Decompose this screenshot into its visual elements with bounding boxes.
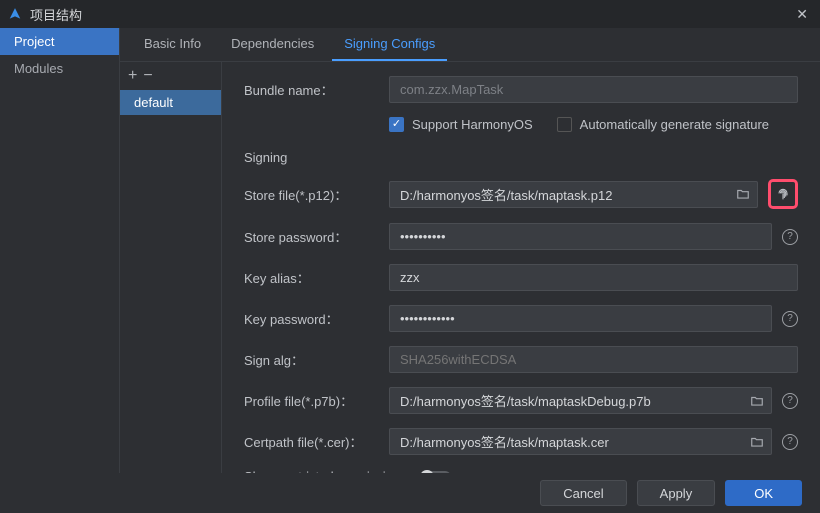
fingerprint-icon — [775, 186, 791, 202]
profile-file-input[interactable] — [389, 387, 772, 414]
right-pane: Basic Info Dependencies Signing Configs … — [120, 28, 820, 473]
row-key-alias: Key alias： — [244, 264, 798, 291]
form: Bundle name： Support HarmonyOS Automatic… — [222, 62, 820, 513]
tab-basic-info[interactable]: Basic Info — [132, 28, 213, 61]
checkbox-checked-icon — [389, 117, 404, 132]
store-file-input[interactable] — [389, 181, 758, 208]
add-config-icon[interactable]: + — [128, 68, 137, 84]
certpath-file-input[interactable] — [389, 428, 772, 455]
folder-icon[interactable] — [750, 394, 764, 408]
auto-generate-signature-label: Automatically generate signature — [580, 117, 769, 132]
apply-button[interactable]: Apply — [637, 480, 716, 506]
config-list: + − default — [120, 62, 222, 513]
key-alias-input[interactable] — [389, 264, 798, 291]
tab-dependencies[interactable]: Dependencies — [219, 28, 326, 61]
key-alias-label: Key alias： — [244, 268, 389, 287]
app-logo-icon — [8, 7, 22, 21]
sidebar-item-project[interactable]: Project — [0, 28, 119, 55]
ok-button[interactable]: OK — [725, 480, 802, 506]
tab-signing-configs[interactable]: Signing Configs — [332, 28, 447, 61]
row-key-password: Key password： ? — [244, 305, 798, 332]
auto-generate-signature-checkbox[interactable]: Automatically generate signature — [557, 117, 769, 132]
cancel-button[interactable]: Cancel — [540, 480, 626, 506]
config-item-default[interactable]: default — [120, 90, 221, 115]
fingerprint-button[interactable] — [768, 179, 798, 209]
store-password-input[interactable] — [389, 223, 772, 250]
help-icon[interactable]: ? — [782, 311, 798, 327]
support-harmonyos-label: Support HarmonyOS — [412, 117, 533, 132]
help-icon[interactable]: ? — [782, 434, 798, 450]
sidebar: Project Modules — [0, 28, 120, 473]
bundle-name-input[interactable] — [389, 76, 798, 103]
help-icon[interactable]: ? — [782, 393, 798, 409]
store-file-label: Store file(*.p12)： — [244, 185, 389, 204]
config-list-tools: + − — [120, 62, 221, 90]
row-sign-alg: Sign alg： — [244, 346, 798, 373]
tabs: Basic Info Dependencies Signing Configs — [120, 28, 820, 62]
content-area: + − default Bundle name： Support Harmony… — [120, 62, 820, 513]
sign-alg-input[interactable] — [389, 346, 798, 373]
row-store-file: Store file(*.p12)： — [244, 179, 798, 209]
sidebar-item-modules[interactable]: Modules — [0, 55, 119, 82]
checkbox-unchecked-icon — [557, 117, 572, 132]
row-bundle-name: Bundle name： — [244, 76, 798, 103]
close-icon[interactable]: ✕ — [792, 4, 812, 25]
footer: Cancel Apply OK — [0, 473, 820, 513]
titlebar-left: 项目结构 — [8, 5, 82, 24]
checkbox-row: Support HarmonyOS Automatically generate… — [389, 117, 798, 132]
help-icon[interactable]: ? — [782, 229, 798, 245]
row-certpath-file: Certpath file(*.cer)： ? — [244, 428, 798, 455]
window-title: 项目结构 — [30, 5, 82, 24]
row-store-password: Store password： ? — [244, 223, 798, 250]
support-harmonyos-checkbox[interactable]: Support HarmonyOS — [389, 117, 533, 132]
bundle-name-label: Bundle name： — [244, 80, 389, 99]
folder-icon[interactable] — [750, 435, 764, 449]
remove-config-icon[interactable]: − — [143, 68, 152, 84]
key-password-input[interactable] — [389, 305, 772, 332]
signing-section-label: Signing — [244, 150, 798, 165]
titlebar: 项目结构 ✕ — [0, 0, 820, 28]
main-area: Project Modules Basic Info Dependencies … — [0, 28, 820, 473]
folder-icon[interactable] — [736, 187, 750, 201]
key-password-label: Key password： — [244, 309, 389, 328]
row-profile-file: Profile file(*.p7b)： ? — [244, 387, 798, 414]
store-password-label: Store password： — [244, 227, 389, 246]
certpath-file-label: Certpath file(*.cer)： — [244, 432, 389, 451]
sign-alg-label: Sign alg： — [244, 350, 389, 369]
profile-file-label: Profile file(*.p7b)： — [244, 391, 389, 410]
